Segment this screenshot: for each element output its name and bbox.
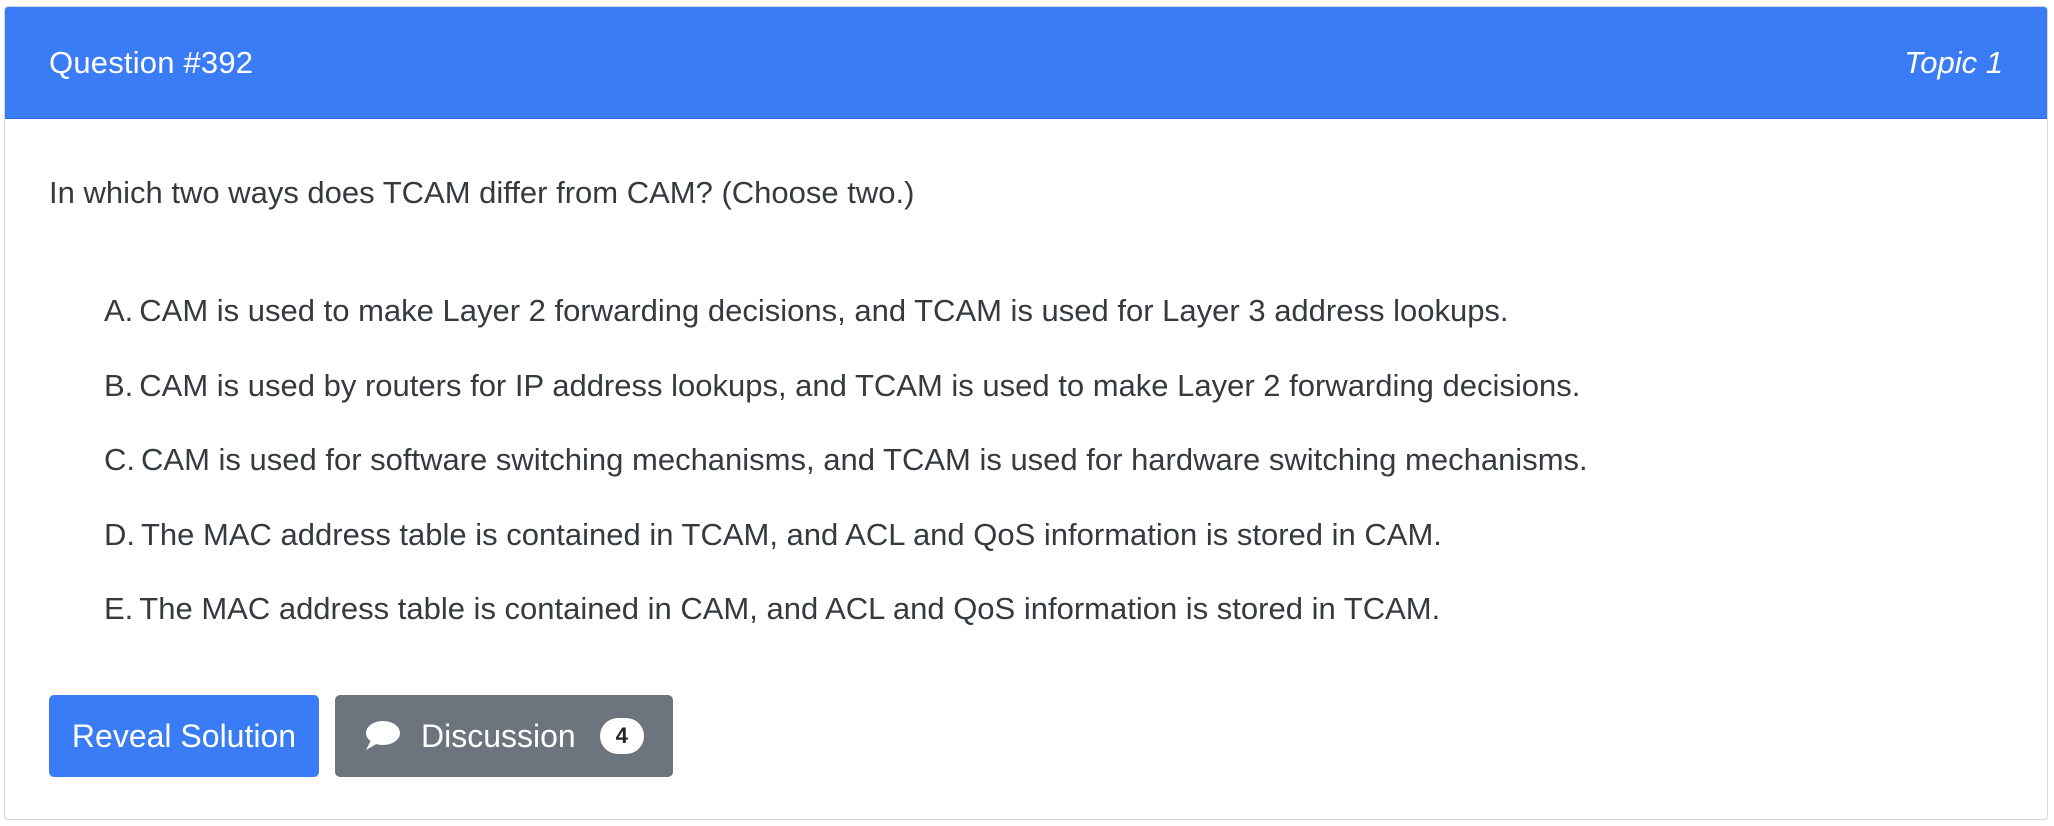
choice-a[interactable]: A. CAM is used to make Layer 2 forwarding…: [104, 292, 1588, 329]
action-buttons: Reveal Solution Discussion 4: [49, 695, 673, 777]
discussion-button[interactable]: Discussion 4: [335, 695, 673, 777]
choice-letter: C.: [104, 442, 135, 477]
choice-text: CAM is used by routers for IP address lo…: [139, 367, 1581, 403]
comment-icon: [366, 721, 400, 750]
choice-text: CAM is used for software switching mecha…: [141, 442, 1588, 477]
choice-c[interactable]: C. CAM is used for software switching mec…: [104, 441, 1588, 478]
discussion-count-badge: 4: [599, 718, 644, 754]
card-header: Question #392 Topic 1: [5, 7, 2047, 119]
choice-text: The MAC address table is contained in CA…: [139, 591, 1441, 626]
choices-list: A. CAM is used to make Layer 2 forwarding…: [104, 292, 1588, 665]
question-card: Question #392 Topic 1 In which two ways …: [4, 6, 2048, 820]
choice-e[interactable]: E. The MAC address table is contained in …: [104, 590, 1588, 627]
choice-letter: E.: [104, 591, 134, 626]
choice-text: The MAC address table is contained in TC…: [141, 516, 1442, 552]
choice-text: CAM is used to make Layer 2 forwarding d…: [139, 293, 1509, 328]
choice-b[interactable]: B. CAM is used by routers for IP address …: [104, 367, 1588, 404]
choice-letter: A.: [104, 293, 134, 328]
question-text: In which two ways does TCAM differ from …: [49, 175, 915, 210]
choice-letter: D.: [104, 516, 135, 552]
choice-letter: B.: [104, 367, 134, 403]
choice-d[interactable]: D. The MAC address table is contained in …: [104, 516, 1588, 553]
question-number: Question #392: [49, 44, 254, 80]
discussion-label: Discussion: [421, 717, 576, 754]
topic-label: Topic 1: [1904, 44, 2003, 80]
reveal-solution-button[interactable]: Reveal Solution: [49, 695, 319, 777]
